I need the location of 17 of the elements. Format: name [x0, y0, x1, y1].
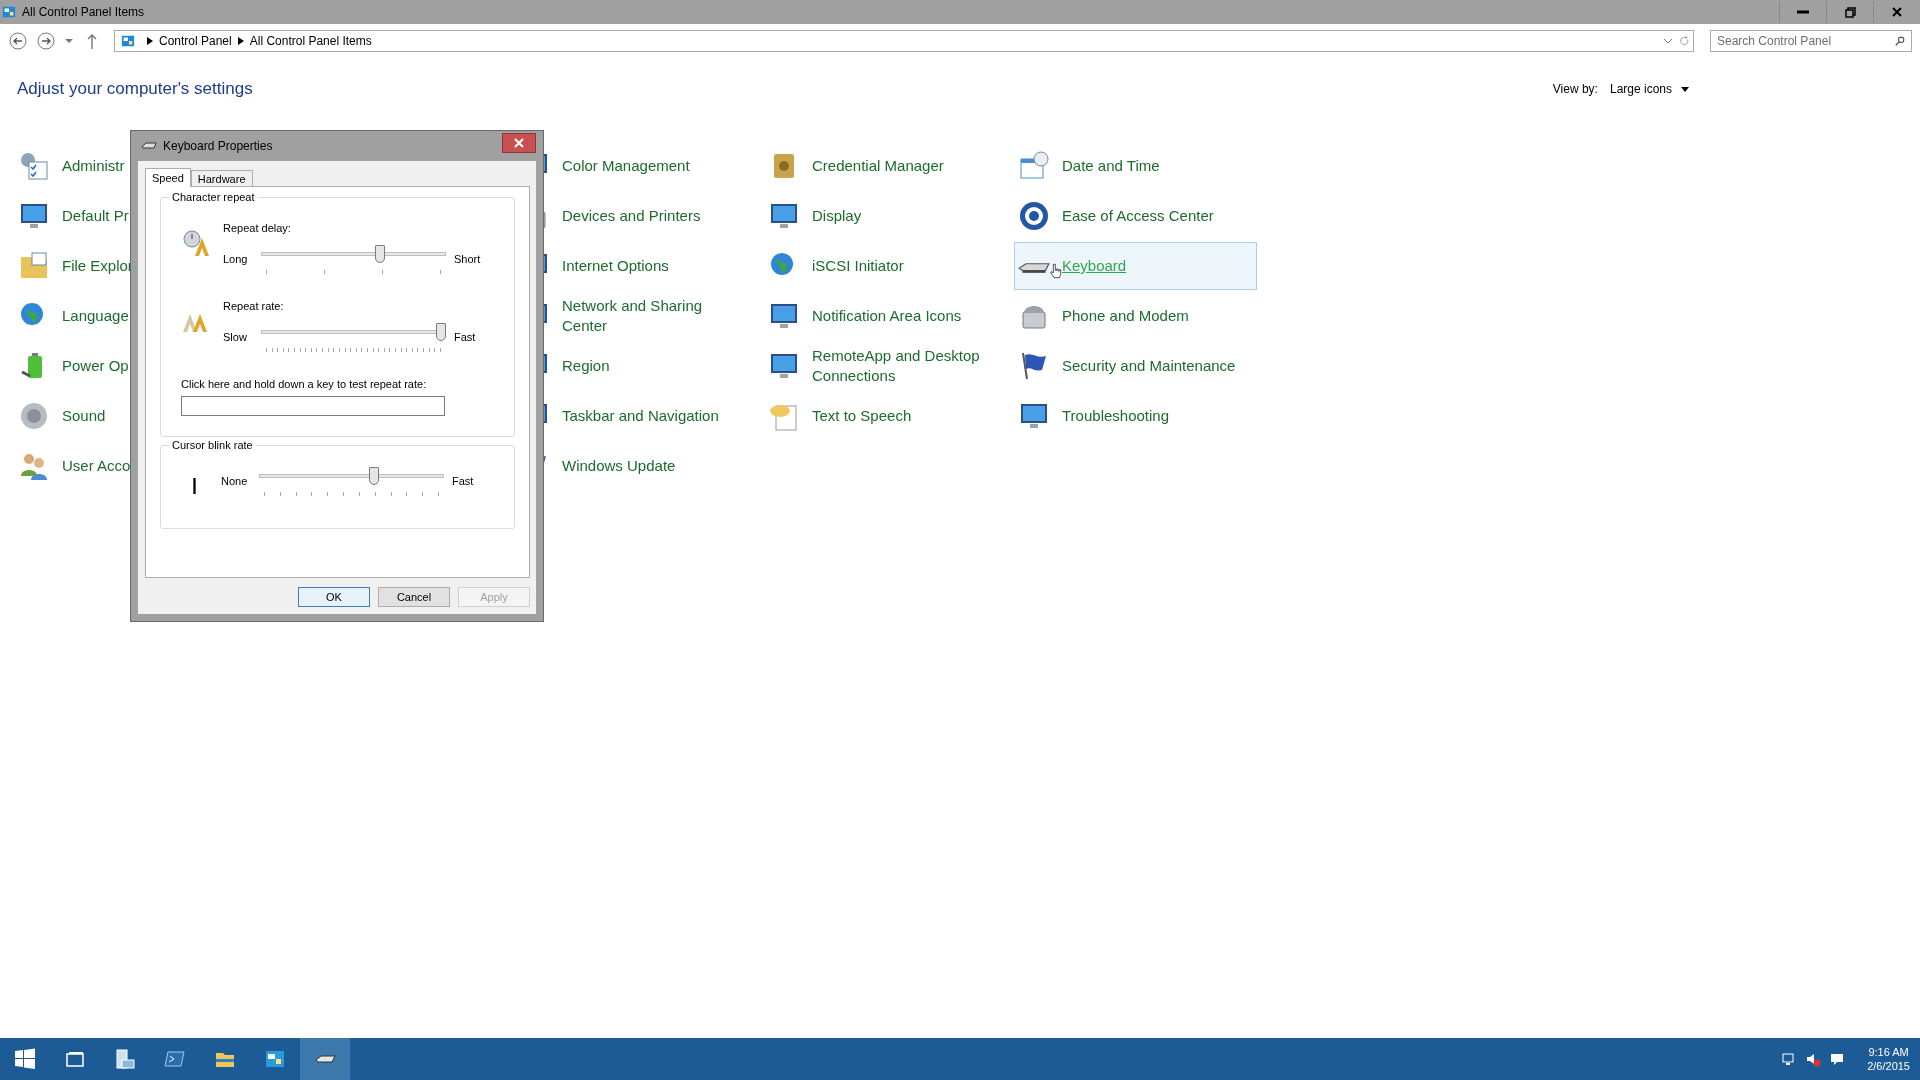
slider-min-label: Long: [223, 253, 249, 265]
group-title: Cursor blink rate: [169, 439, 256, 451]
group-title: Character repeat: [169, 191, 258, 203]
slider-min-label: None: [221, 475, 249, 487]
field-label: Click here and hold down a key to test repeat rate:: [181, 378, 428, 390]
view-by-label: View by:: [1552, 82, 1598, 96]
slider-max-label: Fast: [452, 475, 475, 487]
window-title: All Control Panel Items: [22, 5, 146, 19]
slider-max-label: Short: [454, 253, 482, 265]
slider-max-label: Fast: [454, 331, 477, 343]
page-heading: Adjust your computer's settings: [17, 79, 254, 99]
dialog-title: Keyboard Properties: [163, 139, 274, 153]
slider-label: Repeat rate:: [223, 300, 285, 312]
slider-label: Repeat delay:: [223, 222, 292, 234]
clock-time: 9:16 AM: [1867, 1045, 1910, 1059]
clock-date: 2/6/2015: [1867, 1059, 1910, 1073]
slider-min-label: Slow: [223, 331, 248, 343]
